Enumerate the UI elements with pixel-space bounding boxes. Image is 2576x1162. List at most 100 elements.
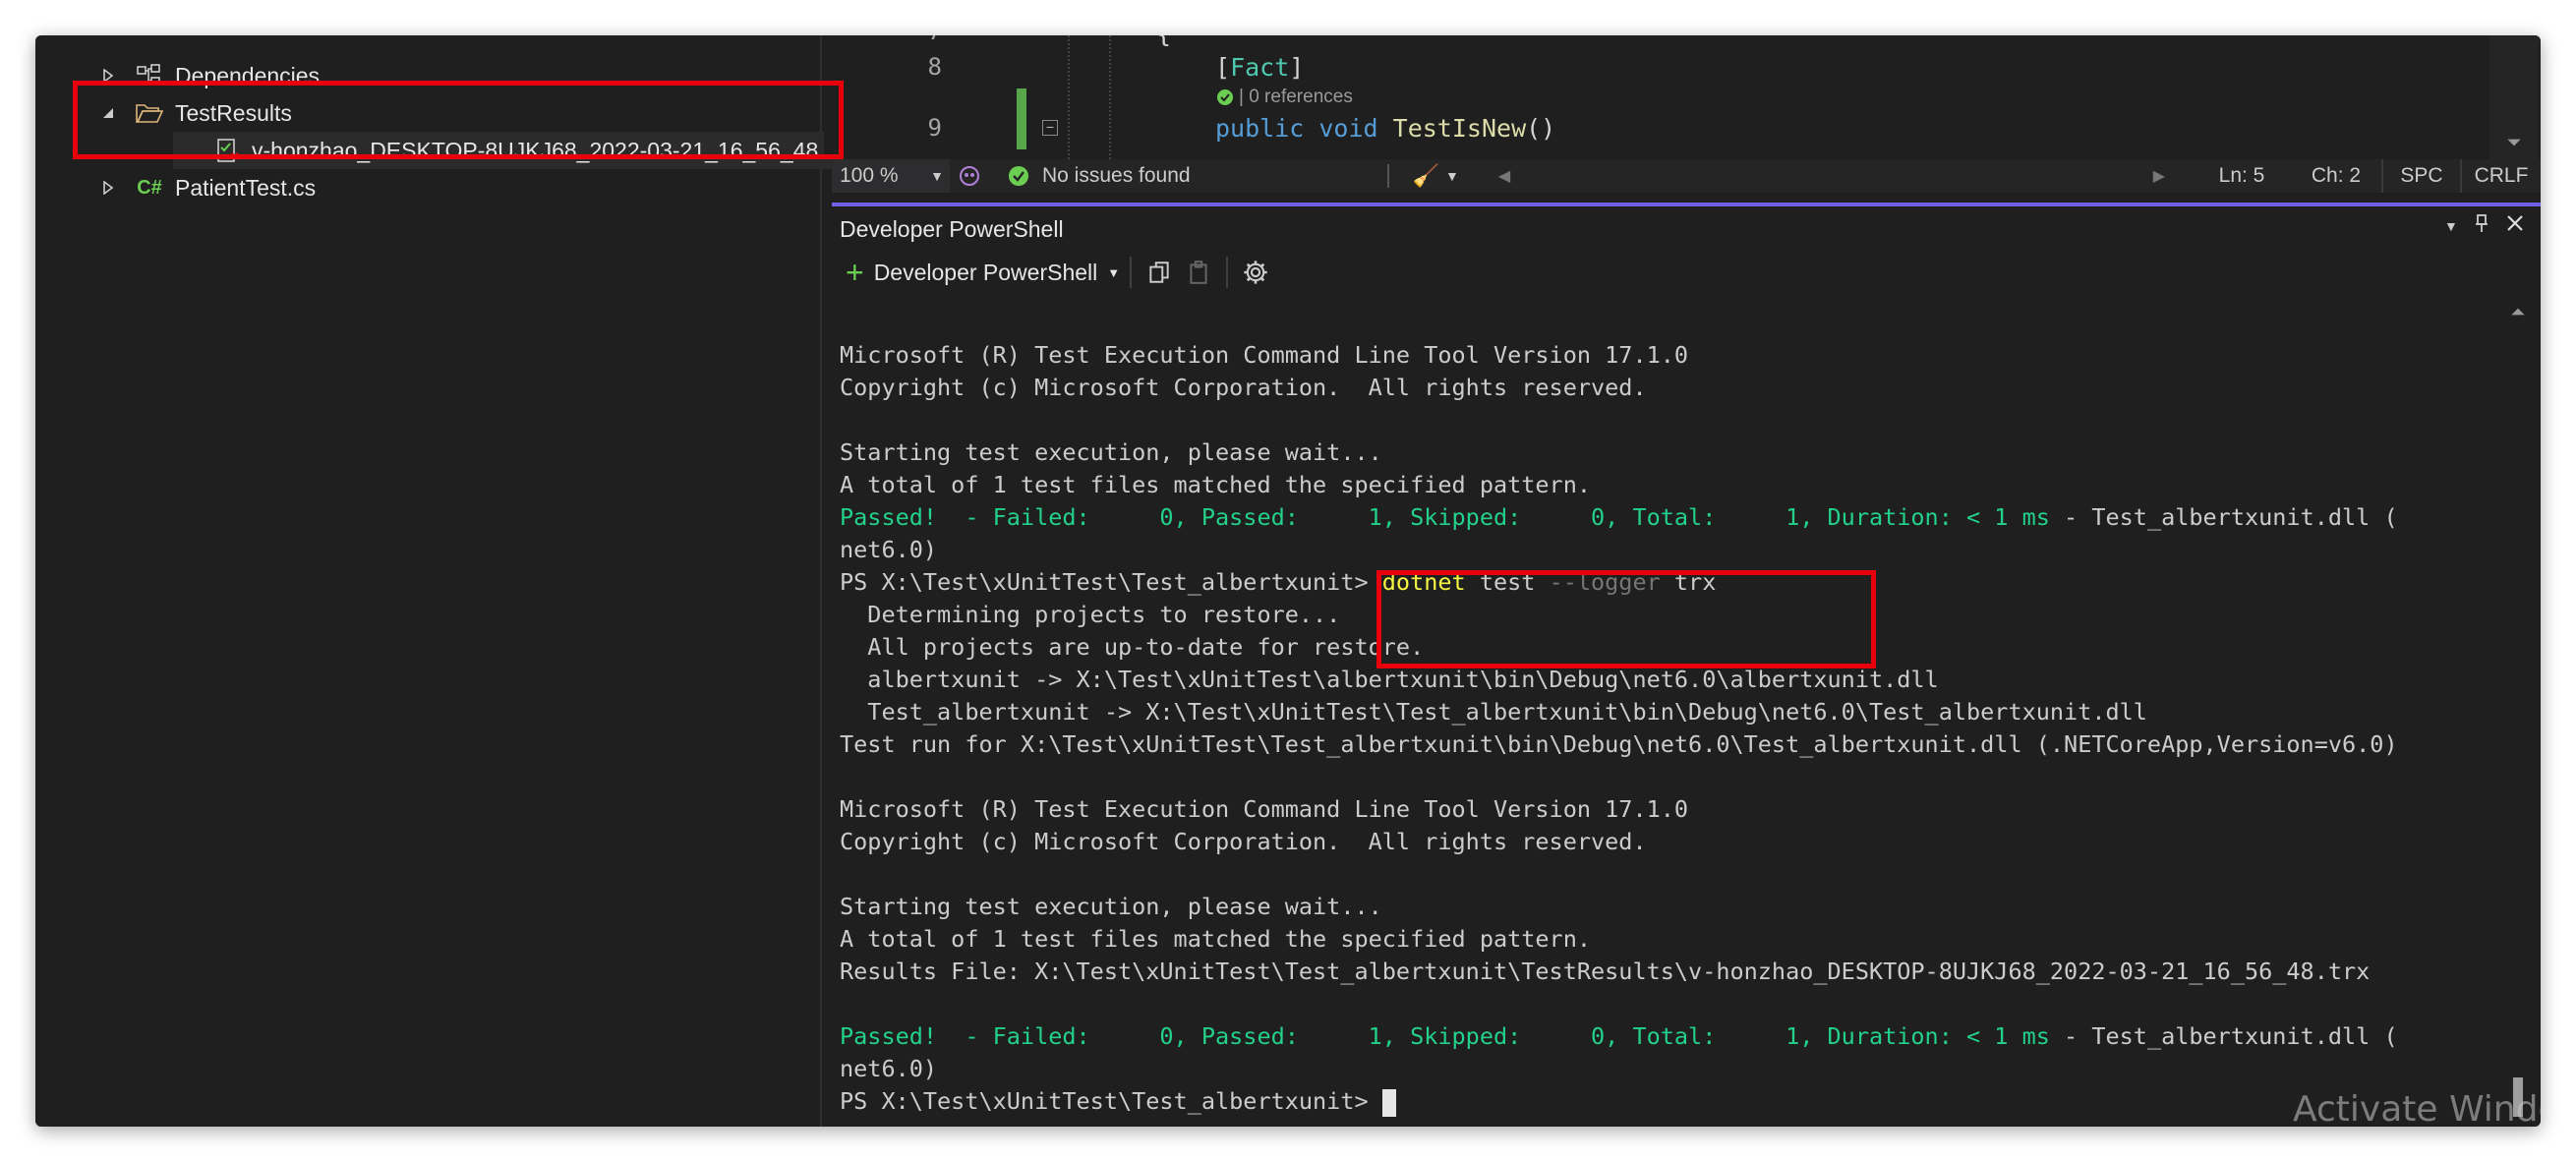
tree-item-patienttest[interactable]: C# PatientTest.cs	[96, 169, 316, 206]
tree-item-label: Dependencies	[175, 62, 321, 88]
test-summary-line: Passed! - Failed: 0, Passed: 1, Skipped:…	[840, 1020, 2501, 1053]
gear-icon	[1244, 261, 1267, 284]
close-icon[interactable]	[2505, 213, 2525, 238]
change-indicator	[1017, 88, 1026, 149]
terminal-text: A total of 1 test files matched the spec…	[840, 925, 1592, 953]
terminal-text: Microsoft (R) Test Execution Command Lin…	[840, 795, 1689, 823]
indent-guide	[1109, 35, 1111, 159]
folder-open-icon	[134, 99, 165, 127]
terminal-line: Test_albertxunit -> X:\Test\xUnitTest\Te…	[840, 696, 2501, 728]
new-terminal-button[interactable]: + Developer PowerShell ▼	[846, 253, 1120, 292]
paste-icon	[1190, 261, 1207, 284]
column-indicator[interactable]: Ch: 2	[2291, 159, 2381, 193]
settings-button[interactable]	[1236, 253, 1275, 292]
indent-guide	[1068, 35, 1070, 159]
solution-explorer: Dependencies TestResults v-honzhao_DESKT…	[35, 35, 849, 1127]
horizontal-scrollbar[interactable]	[1510, 159, 2153, 193]
code-token: ]	[1289, 53, 1305, 82]
panel-accent-bar	[832, 203, 2541, 206]
shell-prompt: PS X:\Test\xUnitTest\Test_albertxunit>	[840, 568, 1382, 596]
collapse-arrow-icon[interactable]	[96, 101, 120, 125]
toolbar-separator	[1226, 257, 1229, 288]
terminal-line: Results File: X:\Test\xUnitTest\Test_alb…	[840, 956, 2501, 988]
tree-item-label: PatientTest.cs	[175, 174, 317, 201]
code-line-attribute: [Fact]	[1215, 53, 1304, 82]
terminal-line: Starting test execution, please wait...	[840, 436, 2501, 469]
terminal-text: All projects are up-to-date for restore.	[840, 633, 1425, 661]
code-line-method: public void TestIsNew()	[1215, 114, 1555, 143]
whitespace-indicator[interactable]: SPC	[2381, 159, 2460, 193]
terminal-line: Determining projects to restore...	[840, 599, 2501, 631]
codelens-references[interactable]: | 0 references	[1217, 87, 1353, 108]
code-editor[interactable]: 7 8 9 − { [Fact] | 0 references public v…	[824, 35, 2541, 159]
issues-indicator[interactable]: No issues found	[1009, 159, 1191, 193]
terminal-scrollbar[interactable]	[2499, 301, 2539, 1127]
scroll-right-icon[interactable]: ▶	[2153, 159, 2165, 193]
line-ending-indicator[interactable]: CRLF	[2460, 159, 2541, 193]
tree-item-label: v-honzhao_DESKTOP-8UJKJ68_2022-03-21_16_…	[252, 137, 850, 163]
terminal-text: Copyright (c) Microsoft Corporation. All…	[840, 828, 1647, 855]
zoom-dropdown[interactable]: 100 % ▼	[832, 159, 950, 193]
terminal-line: net6.0)	[840, 534, 2501, 566]
test-results-file-icon	[212, 137, 242, 164]
scroll-down-icon[interactable]	[2505, 138, 2523, 147]
terminal-text: Test_albertxunit -> X:\Test\xUnitTest\Te…	[840, 698, 2147, 726]
issues-label: No issues found	[1042, 164, 1191, 187]
terminal-text: Starting test execution, please wait...	[840, 893, 1382, 920]
command-line: PS X:\Test\xUnitTest\Test_albertxunit> d…	[840, 566, 2501, 599]
terminal-text: A total of 1 test files matched the spec…	[840, 471, 1592, 498]
terminal-line: A total of 1 test files matched the spec…	[840, 923, 2501, 956]
prompt-line: PS X:\Test\xUnitTest\Test_albertxunit>	[840, 1085, 2501, 1118]
terminal-line: Microsoft (R) Test Execution Command Lin…	[840, 339, 2501, 372]
terminal-text: Copyright (c) Microsoft Corporation. All…	[840, 374, 1647, 401]
dependencies-icon	[134, 62, 165, 89]
terminal-line: Test run for X:\Test\xUnitTest\Test_albe…	[840, 728, 2501, 761]
chevron-down-icon: ▼	[930, 168, 944, 184]
terminal-text: Determining projects to restore...	[840, 601, 1341, 628]
pin-icon[interactable]	[2474, 212, 2489, 239]
status-divider	[1386, 164, 1389, 188]
line-number: 7	[824, 35, 942, 45]
terminal-toolbar: + Developer PowerShell ▼	[832, 248, 2541, 297]
tree-item-testresults[interactable]: TestResults	[96, 94, 292, 132]
dropdown-arrow-icon[interactable]: ▼	[2444, 218, 2458, 234]
terminal-text: albertxunit -> X:\Test\xUnitTest\albertx…	[840, 666, 1939, 693]
terminal-text: - Test_albertxunit.dll (	[2049, 503, 2398, 531]
code-line-brace: {	[1156, 35, 1171, 48]
terminal-text: net6.0)	[840, 536, 938, 563]
paste-button[interactable]	[1179, 253, 1218, 292]
command-exe: dotnet	[1381, 568, 1466, 596]
scroll-left-icon[interactable]: ◀	[1498, 159, 1510, 193]
terminal-line: Starting test execution, please wait...	[840, 891, 2501, 923]
command-arg: trx	[1660, 568, 1717, 596]
terminal-line: Copyright (c) Microsoft Corporation. All…	[840, 826, 2501, 858]
editor-scrollbar[interactable]	[2489, 35, 2539, 159]
code-cleanup-button[interactable]: 🧹 ▼	[1413, 159, 1459, 193]
collapse-region-icon[interactable]: −	[1042, 120, 1058, 136]
code-token: ()	[1526, 114, 1556, 143]
terminal-output[interactable]: Microsoft (R) Test Execution Command Lin…	[840, 307, 2501, 1123]
terminal-line: net6.0)	[840, 1053, 2501, 1085]
copy-button[interactable]	[1140, 253, 1179, 292]
tree-item-dependencies[interactable]: Dependencies	[96, 57, 320, 94]
terminal-line: A total of 1 test files matched the spec…	[840, 469, 2501, 501]
tree-item-trx-file[interactable]: v-honzhao_DESKTOP-8UJKJ68_2022-03-21_16_…	[173, 132, 849, 169]
code-token: [	[1215, 53, 1231, 82]
command-flag: --logger	[1549, 568, 1661, 596]
broom-icon: 🧹	[1412, 163, 1439, 188]
expand-arrow-icon[interactable]	[96, 176, 120, 200]
line-indicator[interactable]: Ln: 5	[2193, 159, 2291, 193]
codelens-label: | 0 references	[1239, 87, 1353, 107]
expand-arrow-icon[interactable]	[96, 64, 120, 87]
scroll-up-icon[interactable]	[2509, 307, 2527, 317]
copy-icon	[1149, 261, 1169, 283]
code-token: Fact	[1230, 53, 1290, 82]
csharp-file-icon: C#	[137, 176, 162, 199]
copilot-icon[interactable]	[950, 159, 989, 193]
chevron-down-icon: ▼	[1107, 264, 1121, 280]
terminal-text: net6.0)	[840, 1055, 938, 1082]
